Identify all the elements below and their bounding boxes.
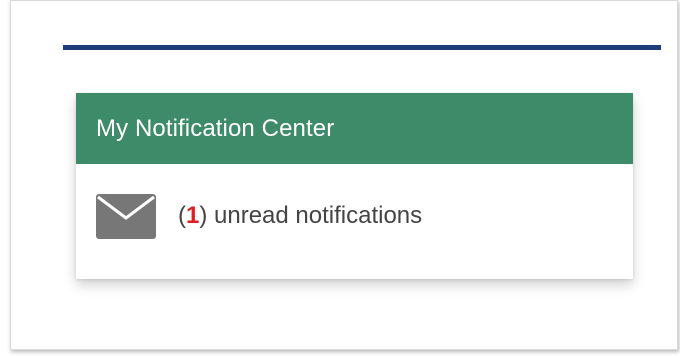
notification-center-card: My Notification Center (1) unread notifi… [76,93,633,279]
unread-notifications-link[interactable]: (1) unread notifications [76,164,633,268]
top-divider [63,45,661,50]
page-frame: My Notification Center (1) unread notifi… [10,0,678,350]
unread-notifications-text[interactable]: (1) unread notifications [178,202,422,230]
open-paren: ( [178,202,186,229]
card-header: My Notification Center [76,93,633,164]
unread-count: 1 [186,202,200,229]
unread-label: ) unread notifications [199,202,423,229]
card-title: My Notification Center [96,114,335,142]
envelope-icon [96,193,156,239]
